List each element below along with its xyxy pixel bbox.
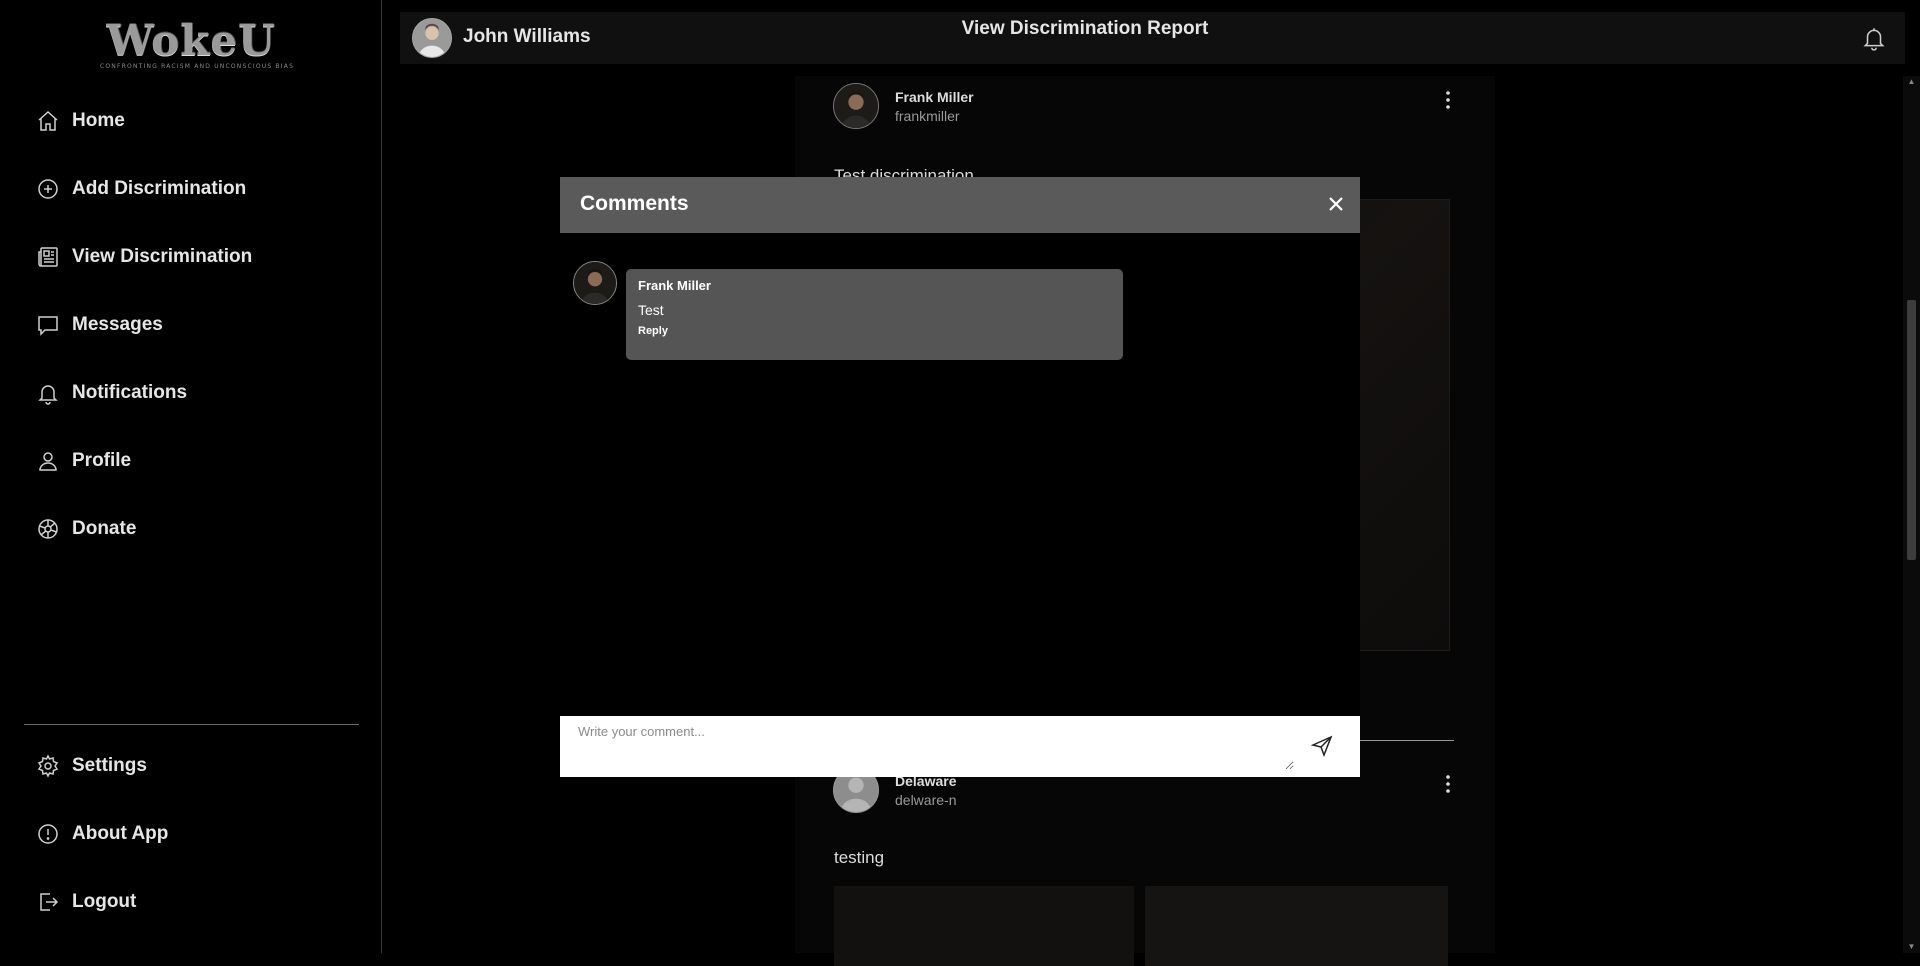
sidebar-item-label: Notifications: [72, 382, 188, 403]
plus-circle-icon: [38, 179, 58, 199]
app-logo[interactable]: WokeU CONFRONTING RACISM AND UNCONSCIOUS…: [100, 16, 293, 71]
post-header: Frank Miller frankmiller: [833, 83, 974, 129]
post-author-handle: delware-n: [895, 791, 957, 808]
sidebar-item-add-discrimination[interactable]: Add Discrimination: [36, 173, 246, 205]
sidebar: WokeU CONFRONTING RACISM AND UNCONSCIOUS…: [0, 0, 382, 953]
sidebar-item-label: Profile: [72, 450, 132, 471]
info-icon: [38, 824, 58, 844]
comment-text: Test: [638, 302, 664, 318]
post-author-handle: frankmiller: [895, 107, 960, 124]
user-avatar-icon: [834, 84, 878, 128]
newspaper-icon: [38, 247, 58, 267]
scroll-up-icon[interactable]: ▲: [1907, 78, 1916, 86]
post-image[interactable]: [1145, 886, 1448, 966]
post-text: testing: [834, 848, 885, 867]
notification-bell-icon[interactable]: [1861, 25, 1887, 51]
sidebar-divider: [24, 724, 359, 725]
user-avatar-icon: [574, 262, 616, 304]
post-image[interactable]: [834, 886, 1134, 966]
sidebar-item-settings[interactable]: Settings: [36, 750, 147, 782]
sidebar-item-label: Messages: [72, 314, 163, 335]
chat-icon: [38, 316, 58, 336]
reply-button[interactable]: Reply: [638, 325, 1111, 337]
sidebar-item-donate[interactable]: Donate: [36, 513, 136, 545]
donate-icon: [38, 519, 58, 539]
sidebar-item-label: Logout: [72, 891, 137, 912]
more-options-icon[interactable]: [1446, 775, 1450, 793]
comment-item: Frank Miller Test Reply: [626, 269, 1123, 360]
sidebar-item-logout[interactable]: Logout: [36, 886, 136, 918]
sidebar-item-label: Home: [72, 110, 125, 131]
bell-icon: [38, 385, 58, 405]
sidebar-item-label: Settings: [72, 755, 147, 776]
top-bar: John Williams View Discrimination Report: [400, 12, 1905, 64]
user-icon: [39, 452, 57, 471]
comment-composer: [560, 716, 1360, 777]
comment-input[interactable]: [572, 724, 1294, 770]
scrollbar-thumb[interactable]: [1907, 300, 1916, 560]
home-icon: [38, 110, 58, 131]
sidebar-item-label: About App: [72, 823, 169, 844]
sidebar-item-label: View Discrimination: [72, 246, 253, 267]
sidebar-item-about-app[interactable]: About App: [36, 818, 168, 850]
sidebar-item-profile[interactable]: Profile: [36, 445, 131, 477]
more-options-icon[interactable]: [1446, 91, 1450, 109]
post-avatar[interactable]: [833, 83, 879, 129]
comments-modal-header: Comments: [560, 177, 1360, 233]
comment-author: Frank Miller: [638, 278, 711, 293]
logout-icon: [40, 893, 59, 911]
comment-avatar[interactable]: [573, 261, 617, 305]
sidebar-item-label: Add Discrimination: [72, 178, 247, 199]
gear-icon: [37, 754, 59, 778]
comments-list: Frank Miller Test Reply: [560, 233, 1360, 716]
page-title: View Discrimination Report: [961, 18, 1209, 39]
logo-tagline: CONFRONTING RACISM AND UNCONSCIOUS BIAS: [100, 63, 295, 70]
post-author-name: Frank Miller: [895, 88, 974, 105]
sidebar-item-notifications[interactable]: Notifications: [36, 377, 187, 409]
logo-text: WokeU: [106, 16, 276, 65]
sidebar-item-label: Donate: [72, 518, 137, 539]
send-icon[interactable]: [1310, 734, 1334, 758]
sidebar-item-messages[interactable]: Messages: [36, 309, 163, 341]
sidebar-item-view-discrimination[interactable]: View Discrimination: [36, 241, 252, 273]
close-icon[interactable]: [1326, 194, 1346, 214]
scroll-down-icon[interactable]: ▼: [1907, 943, 1916, 951]
sidebar-item-home[interactable]: Home: [36, 105, 125, 137]
modal-title: Comments: [580, 192, 689, 215]
